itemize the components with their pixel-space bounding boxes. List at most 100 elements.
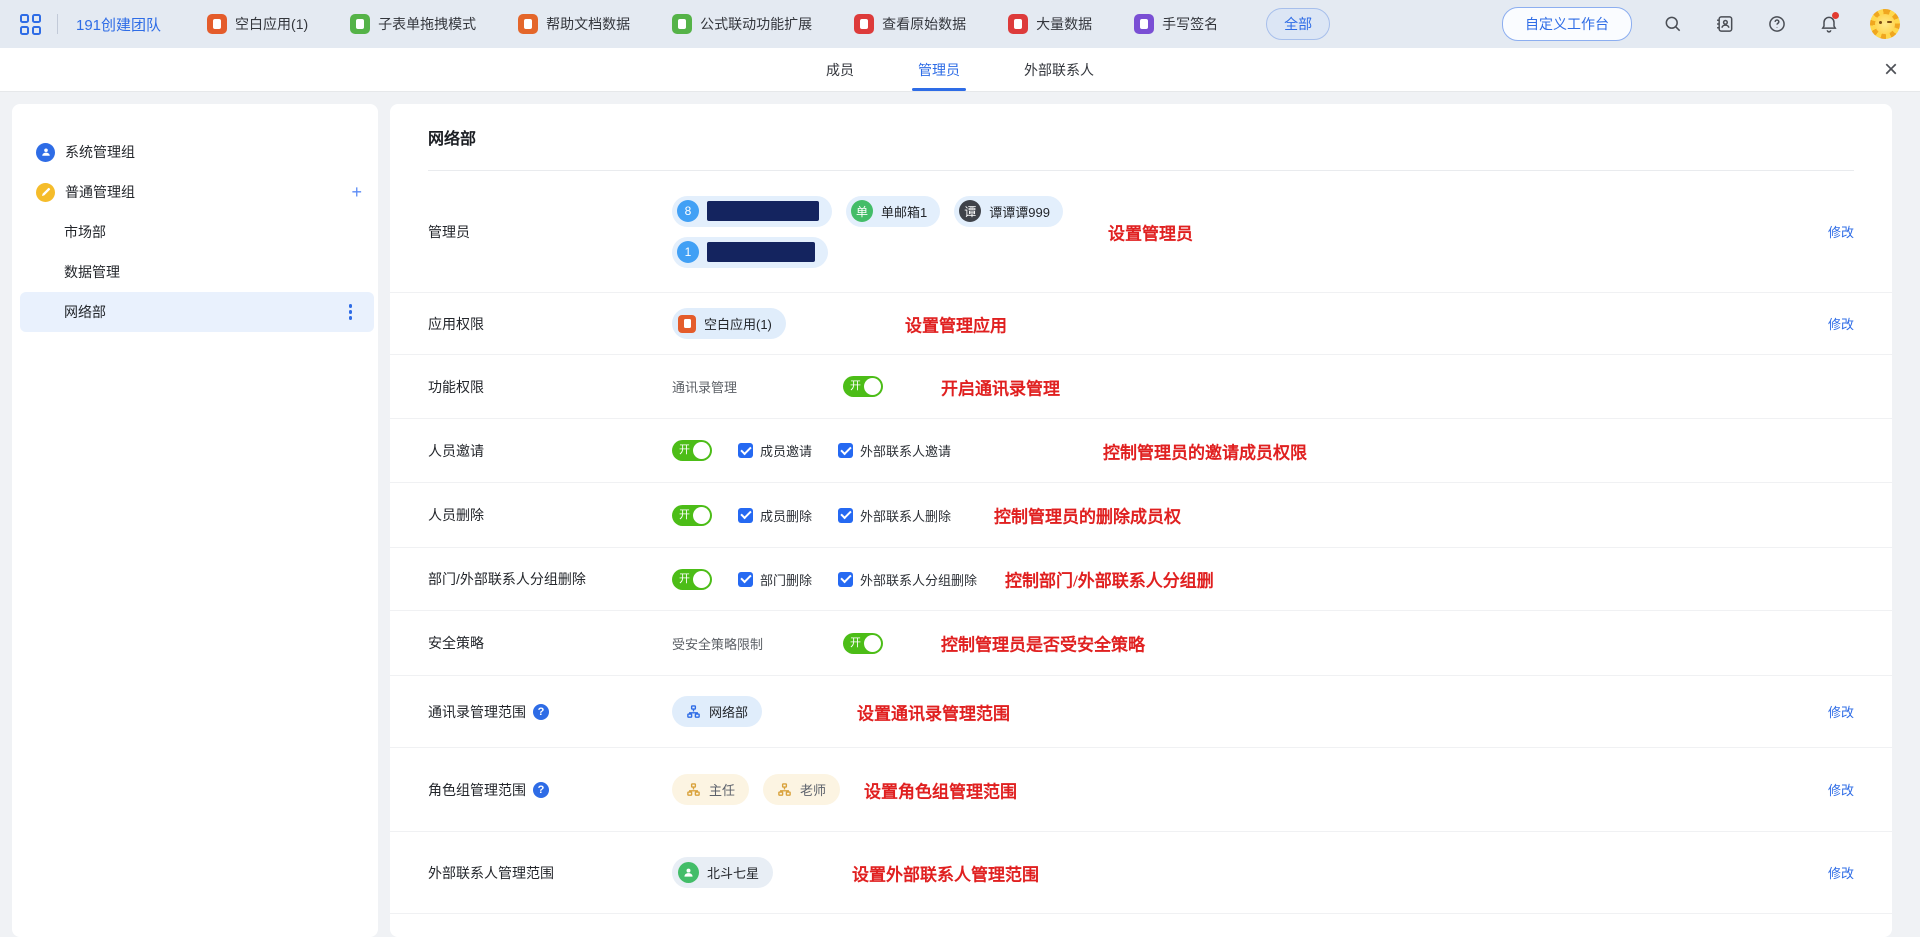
row-label: 人员邀请 bbox=[428, 441, 672, 461]
tab-external-contacts[interactable]: 外部联系人 bbox=[1024, 48, 1094, 91]
admin-member-chip[interactable]: 单 单邮箱1 bbox=[846, 196, 940, 227]
toggle-on-label: 开 bbox=[850, 381, 861, 392]
row-label: 管理员 bbox=[428, 222, 672, 242]
avatar: 1 bbox=[677, 241, 699, 263]
contact-group-name: 北斗七星 bbox=[707, 863, 759, 882]
scope-name: 网络部 bbox=[709, 702, 748, 721]
app-name: 空白应用(1) bbox=[704, 314, 772, 333]
app-tab[interactable]: 大量数据 bbox=[1008, 14, 1092, 34]
person-icon bbox=[36, 143, 55, 162]
checkbox-external-invite[interactable]: 外部联系人邀请 bbox=[838, 441, 951, 460]
redacted-name bbox=[707, 201, 819, 221]
row-feature-permissions: 功能权限 通讯录管理 开 开启通讯录管理 bbox=[390, 355, 1892, 419]
annotation: 设置外部联系人管理范围 bbox=[852, 860, 1039, 885]
contacts-management-toggle[interactable]: 开 bbox=[843, 376, 883, 397]
annotation: 设置通讯录管理范围 bbox=[857, 699, 1010, 724]
tab-members[interactable]: 成员 bbox=[826, 48, 854, 91]
sidebar-item-normal-group[interactable]: 普通管理组 + bbox=[12, 172, 378, 212]
user-avatar[interactable] bbox=[1870, 9, 1900, 39]
sidebar-item-department[interactable]: 市场部 bbox=[12, 212, 378, 252]
app-tab[interactable]: 手写签名 bbox=[1134, 14, 1218, 34]
department-delete-toggle[interactable]: 开 bbox=[672, 569, 712, 590]
checkbox-label: 外部联系人删除 bbox=[860, 506, 951, 525]
toggle-on-label: 开 bbox=[679, 574, 690, 585]
apps-grid-icon[interactable] bbox=[20, 14, 41, 35]
team-name[interactable]: 191创建团队 bbox=[76, 14, 161, 35]
annotation: 设置管理应用 bbox=[905, 311, 1007, 336]
app-icon bbox=[1008, 14, 1028, 34]
app-icon bbox=[207, 14, 227, 34]
role-scope-chip[interactable]: 主任 bbox=[672, 774, 749, 805]
app-permission-chip[interactable]: 空白应用(1) bbox=[672, 308, 786, 339]
row-member-invite: 人员邀请 开 成员邀请 外部联系人邀请 控制管理员的邀请成员权限 bbox=[390, 419, 1892, 483]
member-invite-toggle[interactable]: 开 bbox=[672, 440, 712, 461]
help-question-icon[interactable]: ? bbox=[533, 782, 549, 798]
row-label: 安全策略 bbox=[428, 633, 672, 653]
add-group-button[interactable]: + bbox=[351, 183, 362, 201]
row-security-policy: 安全策略 受安全策略限制 开 控制管理员是否受安全策略 bbox=[390, 611, 1892, 676]
notification-dot bbox=[1832, 12, 1839, 19]
modify-link[interactable]: 修改 bbox=[1828, 702, 1854, 721]
checkbox-label: 外部联系人邀请 bbox=[860, 441, 951, 460]
modify-link[interactable]: 修改 bbox=[1828, 222, 1854, 241]
org-tree-icon bbox=[686, 782, 701, 797]
custom-workbench-button[interactable]: 自定义工作台 bbox=[1502, 7, 1632, 41]
security-policy-toggle[interactable]: 开 bbox=[843, 633, 883, 654]
modify-link[interactable]: 修改 bbox=[1828, 780, 1854, 799]
app-tab[interactable]: 公式联动功能扩展 bbox=[672, 14, 812, 34]
annotation: 控制管理员是否受安全策略 bbox=[941, 631, 1145, 656]
top-app-bar: 191创建团队 空白应用(1) 子表单拖拽模式 帮助文档数据 公式联动功能扩展 … bbox=[0, 0, 1920, 48]
checkbox-label: 成员邀请 bbox=[760, 441, 812, 460]
sidebar-item-label: 系统管理组 bbox=[65, 142, 135, 162]
admin-member-chip[interactable]: 1 bbox=[672, 237, 828, 268]
more-options-icon[interactable] bbox=[343, 300, 359, 324]
sidebar-item-department-selected[interactable]: 网络部 bbox=[20, 292, 374, 332]
sidebar-item-label: 网络部 bbox=[64, 302, 106, 322]
app-tab[interactable]: 帮助文档数据 bbox=[518, 14, 630, 34]
role-scope-chip[interactable]: 老师 bbox=[763, 774, 840, 805]
checkbox-external-group-delete[interactable]: 外部联系人分组删除 bbox=[838, 570, 977, 589]
external-scope-chip[interactable]: 北斗七星 bbox=[672, 857, 773, 888]
close-icon[interactable]: × bbox=[1884, 48, 1898, 91]
search-icon[interactable] bbox=[1662, 13, 1684, 35]
annotation: 设置管理员 bbox=[1108, 219, 1193, 244]
sidebar-item-department[interactable]: 数据管理 bbox=[12, 252, 378, 292]
help-icon[interactable] bbox=[1766, 13, 1788, 35]
checkbox-external-delete[interactable]: 外部联系人删除 bbox=[838, 506, 951, 525]
app-tab-label: 帮助文档数据 bbox=[546, 14, 630, 34]
avatar: 谭 bbox=[959, 200, 981, 222]
member-name: 谭谭谭999 bbox=[989, 202, 1050, 221]
all-apps-button[interactable]: 全部 bbox=[1266, 8, 1330, 40]
app-icon bbox=[350, 14, 370, 34]
checkbox-checked-icon bbox=[738, 572, 753, 587]
row-label: 角色组管理范围 ? bbox=[428, 780, 672, 800]
row-label: 通讯录管理范围 ? bbox=[428, 702, 672, 722]
app-tab[interactable]: 空白应用(1) bbox=[207, 14, 308, 34]
admin-member-chip[interactable]: 8 bbox=[672, 196, 832, 227]
app-tab[interactable]: 查看原始数据 bbox=[854, 14, 966, 34]
modify-link[interactable]: 修改 bbox=[1828, 314, 1854, 333]
row-member-delete: 人员删除 开 成员删除 外部联系人删除 控制管理员的删除成员权 bbox=[390, 483, 1892, 548]
notification-bell-icon[interactable] bbox=[1818, 13, 1840, 35]
member-delete-toggle[interactable]: 开 bbox=[672, 505, 712, 526]
checkbox-member-delete[interactable]: 成员删除 bbox=[738, 506, 812, 525]
help-question-icon[interactable]: ? bbox=[533, 704, 549, 720]
modify-link[interactable]: 修改 bbox=[1828, 863, 1854, 882]
row-label: 外部联系人管理范围 bbox=[428, 863, 672, 883]
department-scope-chip[interactable]: 网络部 bbox=[672, 696, 762, 727]
checkbox-member-invite[interactable]: 成员邀请 bbox=[738, 441, 812, 460]
tab-admins[interactable]: 管理员 bbox=[918, 48, 960, 91]
annotation: 控制部门/外部联系人分组删 bbox=[1005, 567, 1214, 592]
toggle-on-label: 开 bbox=[850, 638, 861, 649]
checkbox-department-delete[interactable]: 部门删除 bbox=[738, 570, 812, 589]
row-app-permissions: 应用权限 空白应用(1) 设置管理应用 修改 bbox=[390, 293, 1892, 355]
app-icon bbox=[672, 14, 692, 34]
role-name: 老师 bbox=[800, 780, 826, 799]
sidebar-item-system-group[interactable]: 系统管理组 bbox=[12, 132, 378, 172]
admin-member-chip[interactable]: 谭 谭谭谭999 bbox=[954, 196, 1063, 227]
contacts-book-icon[interactable] bbox=[1714, 13, 1736, 35]
redacted-name bbox=[707, 242, 815, 262]
feature-sub-label: 通讯录管理 bbox=[672, 377, 843, 396]
app-tab[interactable]: 子表单拖拽模式 bbox=[350, 14, 476, 34]
contact-avatar bbox=[678, 862, 699, 883]
